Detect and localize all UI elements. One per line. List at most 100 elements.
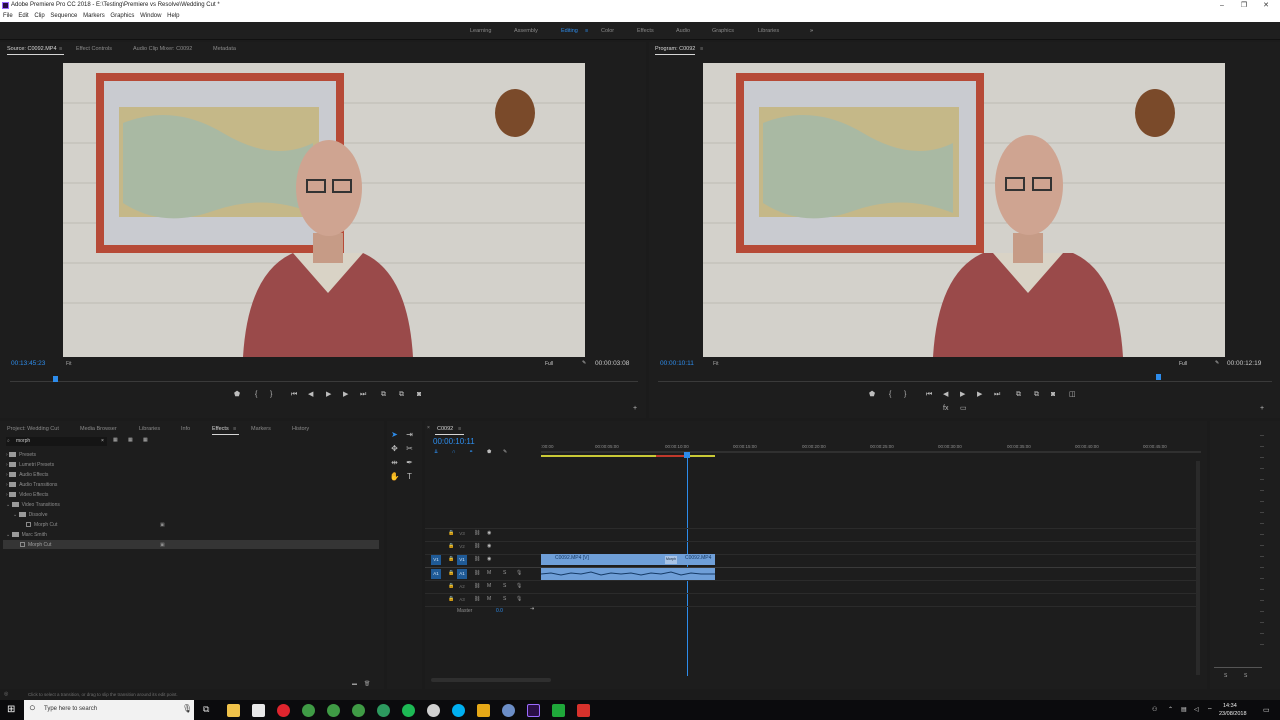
tree-item-morph-cut[interactable]: Morph Cut (26, 522, 57, 528)
step-forward-icon[interactable]: ▶ (343, 391, 348, 399)
close-icon[interactable]: ✕ (1254, 0, 1278, 11)
step-back-icon[interactable]: ◀ (308, 391, 313, 399)
spotify-icon[interactable] (402, 704, 415, 717)
workspace-menu-icon[interactable]: ≡ (585, 28, 588, 34)
lock-icon[interactable]: 🔒 (448, 583, 454, 589)
sync-lock-icon[interactable]: ⛓ (474, 570, 480, 576)
microphone-icon[interactable]: 🎙 (182, 704, 192, 713)
morph-cut-transition[interactable]: Morph (665, 556, 677, 564)
tab-metadata[interactable]: Metadata (213, 46, 236, 52)
snap-icon[interactable]: ∩ (452, 449, 456, 455)
solo-left-button[interactable]: S (1224, 673, 1227, 679)
hand-tool-icon[interactable]: ✋ (389, 471, 400, 482)
workspace-graphics[interactable]: Graphics (712, 28, 734, 34)
source-quality-select[interactable]: Full (545, 361, 553, 367)
go-to-in-icon[interactable]: ⏮ (926, 391, 932, 399)
chrome-icon[interactable] (377, 704, 390, 717)
source-time-ruler[interactable] (10, 381, 638, 382)
go-to-out-icon[interactable]: ⏭ (360, 391, 366, 399)
tab-effects[interactable]: Effects (212, 426, 229, 432)
menu-help[interactable]: Help (167, 11, 179, 22)
sticky-notes-icon[interactable] (477, 704, 490, 717)
selection-tool-icon[interactable]: ➤ (389, 429, 400, 440)
program-timecode[interactable]: 00:00:10:11 (660, 360, 694, 367)
menu-graphics[interactable]: Graphics (110, 11, 134, 22)
premiere-icon[interactable] (527, 704, 540, 717)
source-patch-a1[interactable]: A1 (431, 569, 441, 579)
video-scrollbar[interactable] (1196, 461, 1200, 675)
source-fit-select[interactable]: Fit (66, 361, 72, 367)
taskbar-clock-time[interactable]: 14:34 (1223, 703, 1237, 709)
wrench-icon[interactable]: ✎ (582, 360, 586, 366)
program-quality-select[interactable]: Full (1179, 361, 1187, 367)
track-target-v1[interactable]: V1 (457, 555, 467, 565)
menu-sequence[interactable]: Sequence (50, 11, 77, 22)
tree-item-audio-transitions[interactable]: › Audio Transitions (6, 482, 57, 488)
program-fit-select[interactable]: Fit (713, 361, 719, 367)
tray-arrow-icon[interactable]: ⌃ (1168, 706, 1173, 713)
tree-item-dissolve[interactable]: ⌄ Dissolve (13, 512, 48, 518)
sync-lock-icon[interactable]: ⛓ (474, 596, 480, 602)
accelerated-effects-icon[interactable]: ▦ (113, 437, 118, 443)
workspace-color[interactable]: Color (601, 28, 614, 34)
sync-lock-icon[interactable]: ⛓ (474, 543, 480, 549)
program-playhead[interactable] (1156, 374, 1161, 380)
export-frame-icon[interactable]: ◙ (1051, 391, 1055, 399)
overwrite-icon[interactable]: ⧉ (399, 391, 404, 399)
source-patch-v1[interactable]: V1 (431, 555, 441, 565)
source-timecode[interactable]: 00:13:45:23 (11, 360, 45, 367)
sync-lock-icon[interactable]: ⛓ (474, 583, 480, 589)
lock-icon[interactable]: 🔒 (448, 556, 454, 562)
workspace-assembly[interactable]: Assembly (514, 28, 538, 34)
tab-program[interactable]: Program: C0092 (655, 46, 695, 52)
mute-button[interactable]: M (487, 583, 491, 589)
add-marker-icon[interactable]: ⬟ (869, 391, 875, 399)
skype-icon[interactable] (452, 704, 465, 717)
timeline-ruler[interactable] (541, 439, 1201, 465)
track-target-a2[interactable]: A2 (457, 582, 467, 592)
go-to-end-icon[interactable]: ⇥ (530, 606, 534, 612)
windows-icon[interactable]: ⊞ (7, 704, 15, 715)
solo-right-button[interactable]: S (1244, 673, 1247, 679)
store-icon[interactable] (252, 704, 265, 717)
track-select-tool-icon[interactable]: ⇥ (404, 429, 415, 440)
mark-out-icon[interactable]: } (270, 391, 272, 399)
menu-window[interactable]: Window (140, 11, 161, 22)
button-editor-icon[interactable]: + (633, 405, 637, 413)
folder-icon[interactable] (227, 704, 240, 717)
tree-item-marc-smith[interactable]: ⌄ Marc Smith (6, 532, 47, 538)
tree-item-audio-effects[interactable]: › Audio Effects (6, 472, 48, 478)
video-clip[interactable]: C0092.MP4 [V] C0092.MP4 Morph (541, 554, 715, 565)
steam-icon[interactable] (427, 704, 440, 717)
source-playhead[interactable] (53, 376, 58, 382)
workspace-effects[interactable]: Effects (637, 28, 654, 34)
pen-tool-icon[interactable]: ✒ (404, 457, 415, 468)
mic-icon[interactable]: 🎙 (516, 596, 522, 602)
ripple-edit-tool-icon[interactable]: ✥ (389, 443, 400, 454)
mic-icon[interactable]: 🎙 (516, 570, 522, 576)
32bit-effects-icon[interactable]: ▦ (128, 437, 133, 443)
tree-item-lumetri-presets[interactable]: › Lumetri Presets (6, 462, 54, 468)
mark-in-icon[interactable]: { (889, 391, 891, 399)
workspace-overflow-icon[interactable]: » (810, 28, 813, 34)
wrench-icon[interactable]: ✎ (1215, 360, 1219, 366)
menu-edit[interactable]: Edit (18, 11, 28, 22)
sync-lock-icon[interactable]: ⛓ (474, 530, 480, 536)
play-icon[interactable]: ▶ (960, 391, 965, 399)
lock-icon[interactable]: 🔒 (448, 530, 454, 536)
mark-out-icon[interactable]: } (904, 391, 906, 399)
tree-item-video-effects[interactable]: › Video Effects (6, 492, 48, 498)
audio-clip[interactable] (541, 568, 715, 580)
solo-button[interactable]: S (503, 583, 506, 589)
taskbar-search-box[interactable]: ○ Type here to search 🎙 (24, 700, 194, 720)
eye-icon[interactable]: ◉ (487, 543, 491, 549)
tab-media-browser[interactable]: Media Browser (80, 426, 117, 432)
workspace-libraries[interactable]: Libraries (758, 28, 779, 34)
go-to-in-icon[interactable]: ⏮ (291, 391, 297, 399)
clear-search-icon[interactable]: × (101, 438, 104, 444)
menu-markers[interactable]: Markers (83, 11, 105, 22)
wifi-icon[interactable]: ⌔ (1207, 706, 1213, 714)
mic-icon[interactable]: 🎙 (516, 583, 522, 589)
track-target-v2[interactable]: V2 (457, 542, 467, 552)
tree-item-morph-cut-preset[interactable]: Morph Cut (20, 542, 51, 548)
